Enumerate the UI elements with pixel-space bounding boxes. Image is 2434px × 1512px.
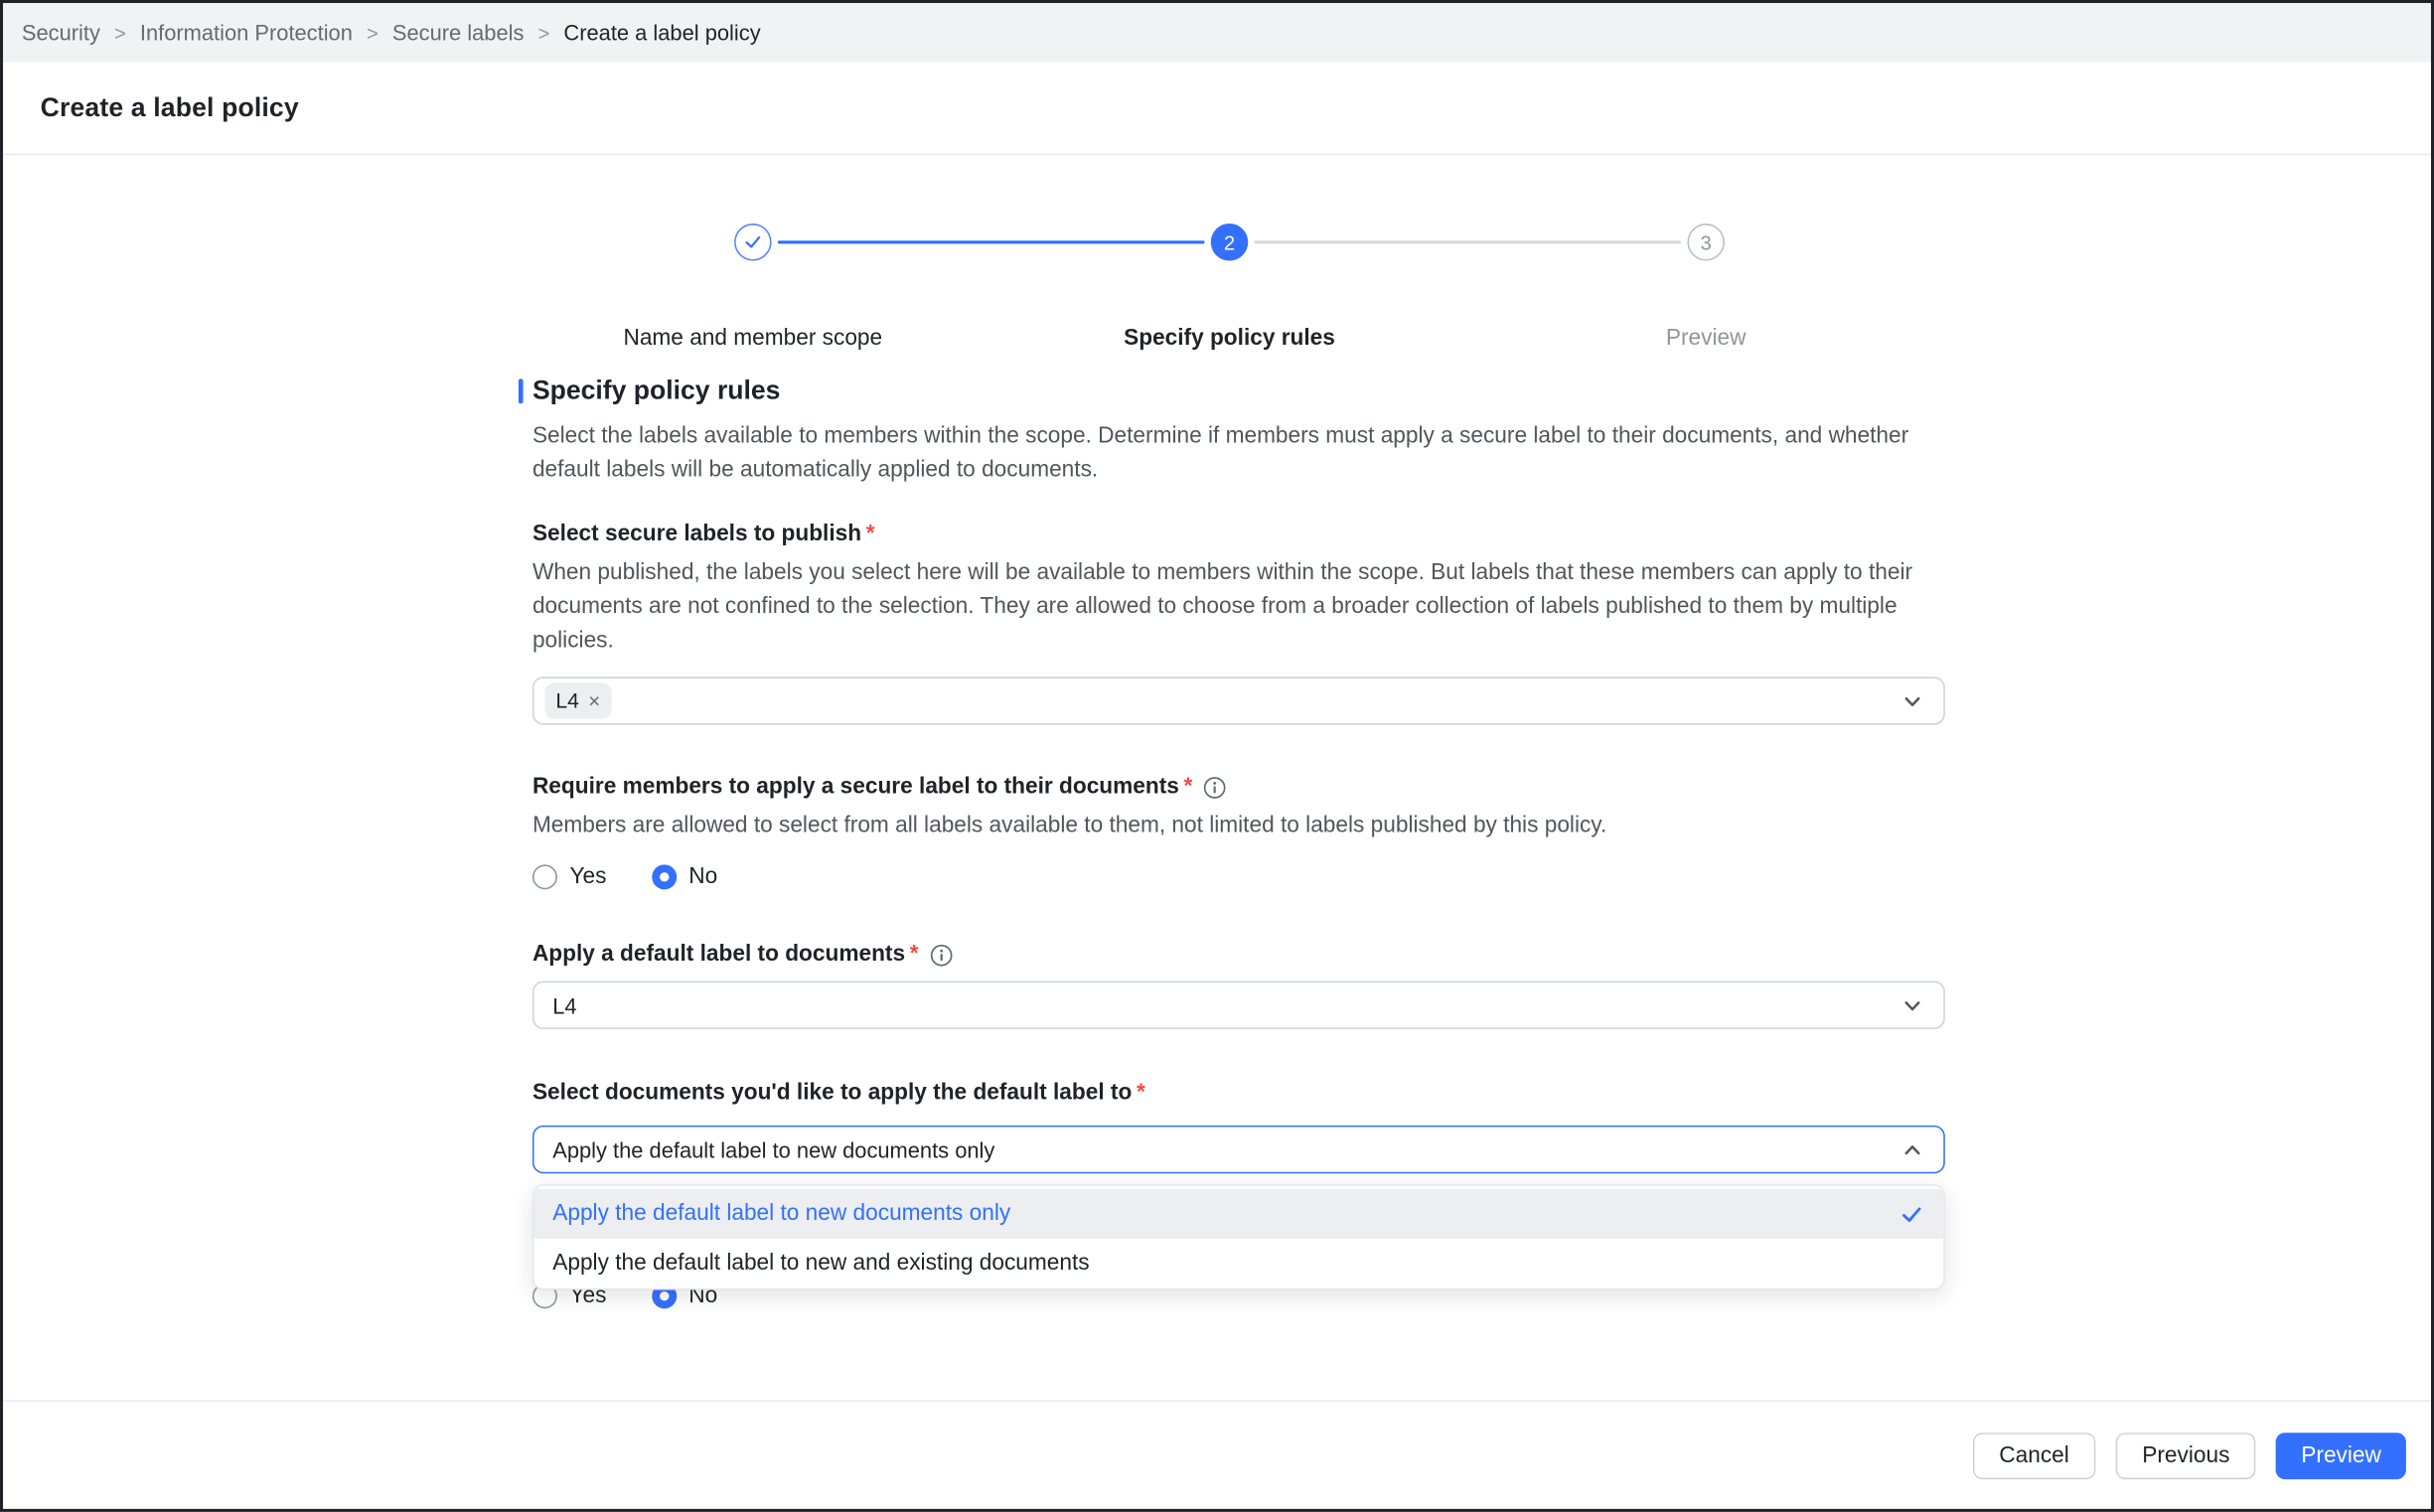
step-2-active-circle: 2	[1211, 224, 1249, 261]
require-label-label-text: Require members to apply a secure label …	[532, 775, 1179, 800]
required-asterisk: *	[910, 942, 919, 967]
chevron-right-icon: >	[538, 21, 550, 44]
wizard-stepper: 2 3 Name and member scope Specify policy…	[3, 212, 2431, 367]
step-1-done-circle	[734, 224, 772, 261]
require-label-description: Members are allowed to select from all l…	[532, 809, 1945, 842]
section-description: Select the labels available to members w…	[532, 419, 1945, 488]
required-asterisk: *	[866, 522, 875, 546]
required-asterisk: *	[1137, 1081, 1145, 1106]
chevron-right-icon: >	[114, 21, 126, 44]
breadcrumb-item-security[interactable]: Security	[22, 20, 100, 45]
option-label: Apply the default label to new and exist…	[552, 1251, 1089, 1276]
radio-option-yes[interactable]: Yes	[532, 864, 606, 889]
apply-scope-dropdown-wrap: Apply the default label to new documents…	[532, 1126, 1945, 1173]
section-title: Specify policy rules	[532, 376, 781, 406]
publish-labels-multiselect[interactable]: L4 ×	[532, 677, 1945, 724]
option-label: Apply the default label to new documents…	[552, 1201, 1010, 1226]
selected-label-tag: L4 ×	[544, 683, 611, 719]
apply-scope-label: Select documents you'd like to apply the…	[532, 1081, 1945, 1106]
step-2-label: Specify policy rules	[996, 326, 1462, 351]
cancel-button[interactable]: Cancel	[1973, 1433, 2096, 1479]
tag-text: L4	[555, 689, 578, 712]
chevron-right-icon: >	[367, 21, 379, 44]
page-title: Create a label policy	[41, 92, 299, 123]
default-label-value: L4	[552, 992, 576, 1017]
page-header: Create a label policy	[3, 63, 2431, 156]
radio-no-label: No	[688, 864, 717, 889]
info-icon[interactable]	[1203, 775, 1226, 798]
chevron-down-icon[interactable]	[1902, 690, 1923, 712]
check-icon	[743, 232, 762, 251]
radio-unselected-icon[interactable]	[532, 864, 557, 889]
tag-remove-icon[interactable]: ×	[588, 689, 600, 712]
main-content: 2 3 Name and member scope Specify policy…	[3, 155, 2431, 1400]
stepper-connector-upcoming	[1255, 240, 1682, 243]
wizard-footer: Cancel Previous Preview	[3, 1401, 2431, 1509]
step-2-number: 2	[1224, 230, 1235, 253]
chevron-up-icon[interactable]	[1902, 1138, 1923, 1160]
app-window: Security > Information Protection > Secu…	[0, 0, 2434, 1512]
radio-yes-label: Yes	[569, 864, 606, 889]
breadcrumb-item-current: Create a label policy	[563, 20, 760, 45]
apply-scope-label-text: Select documents you'd like to apply the…	[532, 1081, 1132, 1106]
policy-rules-form: Specify policy rules Select the labels a…	[532, 376, 1945, 1308]
dropdown-option-new-and-existing[interactable]: Apply the default label to new and exist…	[534, 1239, 1944, 1288]
stepper-connector-done	[778, 240, 1205, 243]
info-icon[interactable]	[930, 943, 953, 966]
require-label-radio-group: Yes No	[532, 864, 1945, 889]
step-3-label: Preview	[1473, 326, 1939, 351]
breadcrumb-item-information-protection[interactable]: Information Protection	[140, 20, 353, 45]
require-label-label: Require members to apply a secure label …	[532, 775, 1945, 800]
preview-button[interactable]: Preview	[2276, 1433, 2406, 1479]
step-3-circle: 3	[1687, 224, 1725, 261]
publish-labels-label: Select secure labels to publish *	[532, 522, 1945, 546]
chevron-down-icon[interactable]	[1902, 994, 1923, 1016]
breadcrumb: Security > Information Protection > Secu…	[3, 3, 2431, 62]
previous-button[interactable]: Previous	[2116, 1433, 2256, 1479]
step-3-number: 3	[1701, 230, 1712, 253]
radio-selected-icon[interactable]	[652, 864, 677, 889]
section-heading: Specify policy rules	[519, 376, 1945, 406]
required-asterisk: *	[1184, 775, 1193, 800]
default-label-select[interactable]: L4	[532, 982, 1945, 1029]
default-label-label: Apply a default label to documents *	[532, 942, 1945, 967]
dropdown-option-new-documents-only[interactable]: Apply the default label to new documents…	[534, 1189, 1944, 1239]
section-accent-bar	[519, 378, 524, 403]
apply-scope-select-open[interactable]: Apply the default label to new documents…	[532, 1126, 1945, 1173]
radio-option-no[interactable]: No	[652, 864, 717, 889]
check-icon	[1901, 1202, 1923, 1225]
apply-scope-value: Apply the default label to new documents…	[552, 1137, 994, 1162]
breadcrumb-item-secure-labels[interactable]: Secure labels	[392, 20, 525, 45]
publish-labels-description: When published, the labels you select he…	[532, 555, 1945, 658]
apply-scope-dropdown-menu: Apply the default label to new documents…	[532, 1184, 1945, 1289]
default-label-label-text: Apply a default label to documents	[532, 942, 905, 967]
publish-labels-label-text: Select secure labels to publish	[532, 522, 861, 546]
step-1-label: Name and member scope	[520, 326, 986, 351]
